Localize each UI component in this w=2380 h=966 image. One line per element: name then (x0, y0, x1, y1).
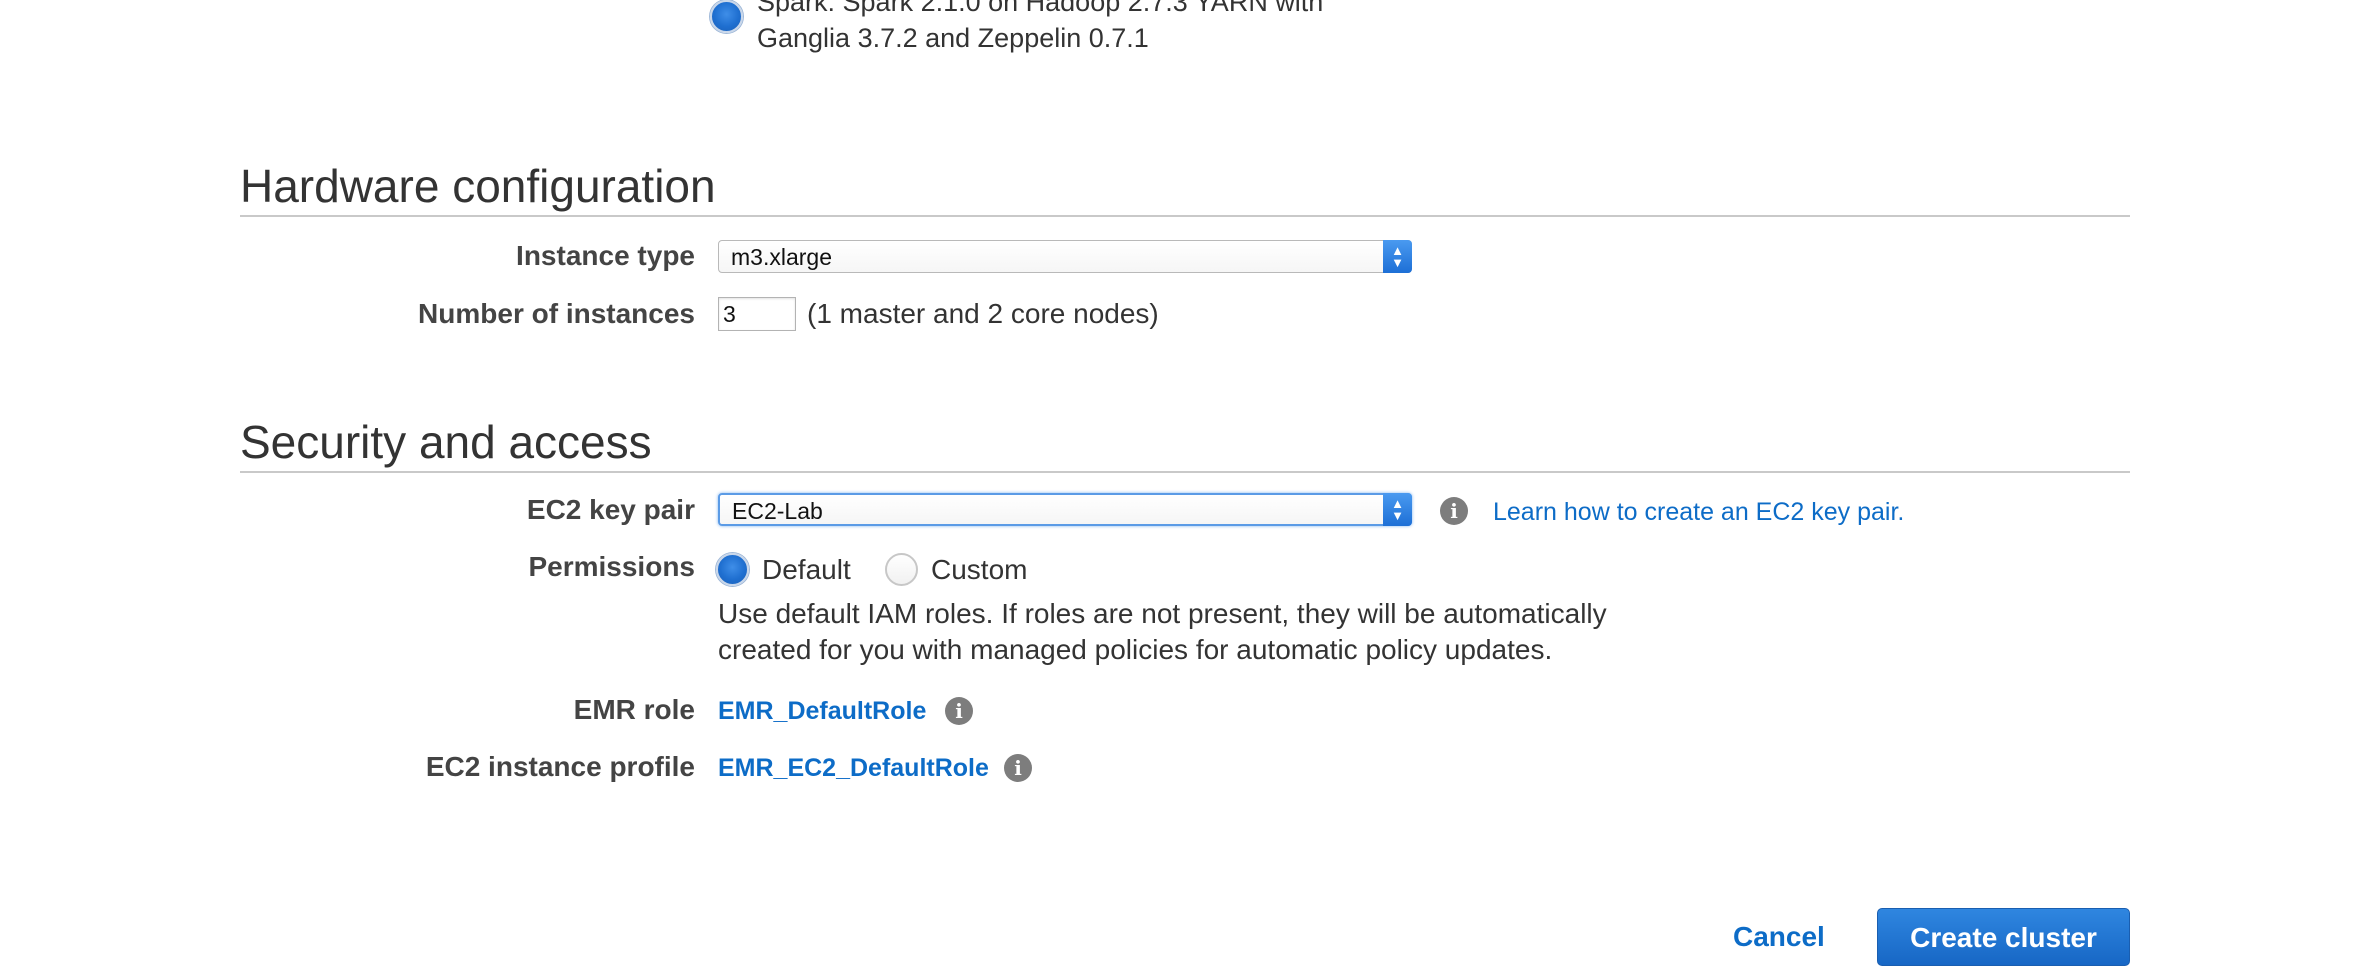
ec2-key-pair-select[interactable]: EC2-Lab ▲ ▼ (718, 493, 1412, 526)
permissions-description: Use default IAM roles. If roles are not … (718, 596, 1678, 668)
up-down-chevron-icon: ▲ ▼ (1383, 493, 1412, 526)
emr-role-label: EMR role (573, 694, 695, 725)
instance-type-select[interactable]: m3.xlarge ▲ ▼ (718, 240, 1412, 273)
instance-type-value: m3.xlarge (731, 244, 832, 270)
instance-type-label: Instance type (516, 240, 695, 271)
spark-radio[interactable] (710, 0, 743, 33)
spark-option-line2: Ganglia 3.7.2 and Zeppelin 0.7.1 (757, 23, 1149, 53)
spark-option-line1: Spark: Spark 2.1.0 on Hadoop 2.7.3 YARN … (757, 0, 1324, 17)
number-of-instances-label: Number of instances (418, 298, 695, 329)
info-icon[interactable]: i (1440, 497, 1468, 525)
spark-option-label: Spark: Spark 2.1.0 on Hadoop 2.7.3 YARN … (757, 0, 1323, 56)
ec2-instance-profile-label: EC2 instance profile (425, 751, 695, 782)
up-down-chevron-icon: ▲ ▼ (1383, 240, 1412, 273)
permissions-description-line2: created for you with managed policies fo… (718, 634, 1553, 665)
permissions-custom-radio[interactable] (885, 553, 918, 586)
number-of-instances-input[interactable] (718, 297, 796, 331)
instances-note: (1 master and 2 core nodes) (807, 298, 1159, 329)
hardware-section-title: Hardware configuration (240, 160, 716, 212)
ec2-key-pair-help-link[interactable]: Learn how to create an EC2 key pair. (1493, 494, 1904, 530)
permissions-custom-label: Custom (931, 554, 1028, 585)
ec2-key-pair-value: EC2-Lab (732, 498, 823, 524)
cancel-button[interactable]: Cancel (1733, 917, 1825, 957)
info-icon[interactable]: i (945, 697, 973, 725)
info-icon[interactable]: i (1004, 754, 1032, 782)
permissions-label: Permissions (528, 551, 695, 582)
permissions-default-radio[interactable] (716, 553, 749, 586)
ec2-key-pair-label: EC2 key pair (526, 494, 695, 525)
emr-role-link[interactable]: EMR_DefaultRole (718, 693, 926, 729)
permissions-description-line1: Use default IAM roles. If roles are not … (718, 598, 1607, 629)
permissions-default-label: Default (762, 554, 851, 585)
create-cluster-button[interactable]: Create cluster (1877, 908, 2130, 966)
security-section-title: Security and access (240, 416, 652, 468)
hardware-section-divider (240, 215, 2130, 217)
ec2-instance-profile-link[interactable]: EMR_EC2_DefaultRole (718, 750, 989, 786)
security-section-divider (240, 471, 2130, 473)
